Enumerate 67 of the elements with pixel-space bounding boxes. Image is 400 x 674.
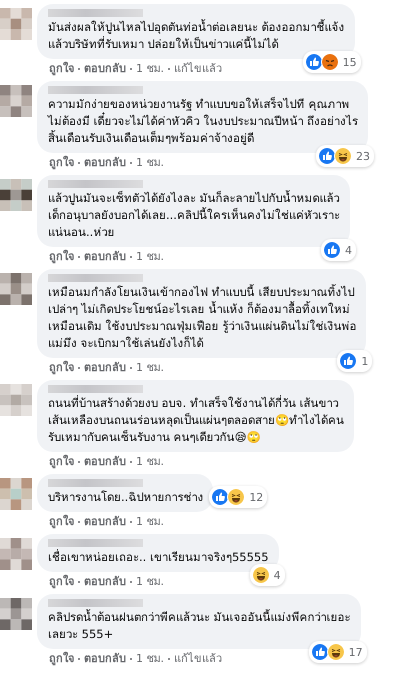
comment-text: เหมือนมกำลังโยนเงินเข้ากองไฟ ทำแบบนี้ เสียบประมาณทิ้งไป เปล่าๆ ไม่เกิดประโยชน์อะไรเลย น้ำแห้ง ก็ต้องมาลื้อทิ้งเทใหม่ เหมือนเดิม ใช้งบประมาณฟุ่มเฟือย รู้ว่าเงินแผ่นดินไม่ใช่เงินพ่อ แม่มึง จะเบิกมาใช้เล่นยังไงก็ได้ (48, 284, 356, 352)
blurred-avatar (0, 384, 32, 416)
reaction-count: 17 (348, 646, 363, 658)
blurred-avatar (0, 478, 32, 510)
comment-text: มันส่งผลให้ปูนไหลไปอุดตันท่อน้ำต่อเลยนะ ต้องออกมาชี้แจ้ง แล้วบริษัทที่รับเหมา ปล่อยให้เป็นข่าวแค่นี้ไม่ได้ (48, 19, 345, 53)
laughing-face-icon (334, 147, 352, 165)
blurred-avatar (0, 85, 32, 117)
blurred-avatar (0, 598, 32, 630)
reply-link[interactable]: ตอบกลับ (84, 514, 126, 530)
reaction-count: 1 (361, 354, 368, 368)
reply-link[interactable]: ตอบกลับ (84, 651, 126, 667)
comment-time: 1 ชม. (136, 249, 164, 265)
reaction-count: 4 (344, 244, 352, 256)
blurred-avatar (0, 179, 32, 211)
reply-link[interactable]: ตอบกลับ (84, 454, 126, 470)
thumbs-up-icon (211, 488, 230, 506)
comment-text: แล้วปูนมันจะเซ็ทตัวได้ยังไงละ มันก็ละลายไปกับน้ำหมดแล้ว เด็กอนุบาลยังบอกได้เลย...คลิปนี้ใครเห็นคงไม่ใช่แค่หัวเราะ แน่นอน..ห่วย (48, 190, 340, 241)
like-link[interactable]: ถูกใจ (49, 574, 74, 590)
reaction-count: 15 (342, 56, 357, 68)
reaction-badge[interactable]: 23 (316, 145, 374, 167)
comment-time: 1 ชม. (136, 360, 164, 376)
reply-link[interactable]: ตอบกลับ (84, 249, 126, 265)
like-link[interactable]: ถูกใจ (49, 514, 74, 530)
comment-time: 1 ชม. (136, 574, 164, 590)
reaction-badge[interactable]: 15 (302, 51, 361, 73)
thumbs-up-icon (322, 241, 341, 259)
reaction-badge[interactable]: 4 (320, 239, 356, 261)
angry-face-icon (320, 53, 339, 71)
thumbs-up-icon (310, 643, 329, 661)
laughing-face-icon (252, 566, 270, 584)
edited-label: แก้ไขแล้ว (174, 651, 222, 667)
comment-text: ถนนที่บ้านสร้างด้วยงบ อบจ. ทำเสร็จใช้งานได้กี่วัน เส้นขาว เส้นเหลืองบนถนนร่อนหลุดเป็นแผ่นๆตลอดสาย🙄ทำไงได้คน รับเหมากับคนเซ็นรับงาน คนๆเดียวกัน😪🙄 (48, 395, 344, 446)
comment-time: 1 ชม. (136, 454, 164, 470)
comment-time: 1 ชม. (136, 61, 164, 77)
comment-time: 1 ชม. (136, 514, 164, 530)
thumbs-up-icon (318, 147, 336, 165)
like-link[interactable]: ถูกใจ (49, 249, 74, 265)
reaction-count: 12 (249, 490, 264, 504)
reaction-count: 4 (274, 568, 281, 582)
reaction-badge[interactable]: 1 (337, 350, 372, 372)
reply-link[interactable]: ตอบกลับ (84, 61, 126, 77)
laughing-face-icon (227, 488, 246, 506)
reaction-badge[interactable]: 17 (308, 641, 367, 663)
comment-time: 1 ชม. (136, 155, 164, 171)
like-link[interactable]: ถูกใจ (49, 360, 74, 376)
blurred-avatar (0, 538, 32, 570)
like-link[interactable]: ถูกใจ (49, 155, 74, 171)
thumbs-up-icon (339, 352, 358, 370)
laughing-face-icon (326, 643, 345, 661)
reply-link[interactable]: ตอบกลับ (84, 574, 126, 590)
blurred-avatar (0, 8, 32, 40)
edited-label: แก้ไขแล้ว (174, 61, 222, 77)
comment-text: ความมักง่ายของหน่วยงานรัฐ ทำแบบขอให้เสร็จไปที คุณภาพ ไม่ต้องมี เดี๋ยวจะไม่ได้ค่าหัวคิว ในงบประมาณปีหน้า ถึงอย่างไร สิ้นเดือนรับเงินเดือนเต็มๆพร้อมค่าจ้างอยู่ดี (48, 96, 358, 147)
blurred-avatar (0, 273, 32, 305)
reply-link[interactable]: ตอบกลับ (84, 155, 126, 171)
comment-time: 1 ชม. (136, 651, 164, 667)
thumbs-up-icon (304, 53, 323, 71)
reaction-badge[interactable]: 4 (250, 564, 285, 586)
reaction-badge[interactable]: 12 (209, 486, 268, 508)
like-link[interactable]: ถูกใจ (49, 454, 74, 470)
comment-text: บริหารงานโดย..ฉิปหายการช่าง (48, 489, 204, 506)
like-link[interactable]: ถูกใจ (49, 61, 74, 77)
comment-text: เชื่อเขาหน่อยเถอะ.. เขาเรียนมาจริงๆ55555 (48, 549, 269, 566)
reply-link[interactable]: ตอบกลับ (84, 360, 126, 376)
comment-text: คลิปรดน้ำต้อนฝนตกว่าพีคแล้วนะ มันเจออันนี้แม่งพีคกว่าเยอะ เลยวะ 555+ (48, 609, 351, 643)
like-link[interactable]: ถูกใจ (49, 651, 74, 667)
reaction-count: 23 (356, 150, 370, 162)
